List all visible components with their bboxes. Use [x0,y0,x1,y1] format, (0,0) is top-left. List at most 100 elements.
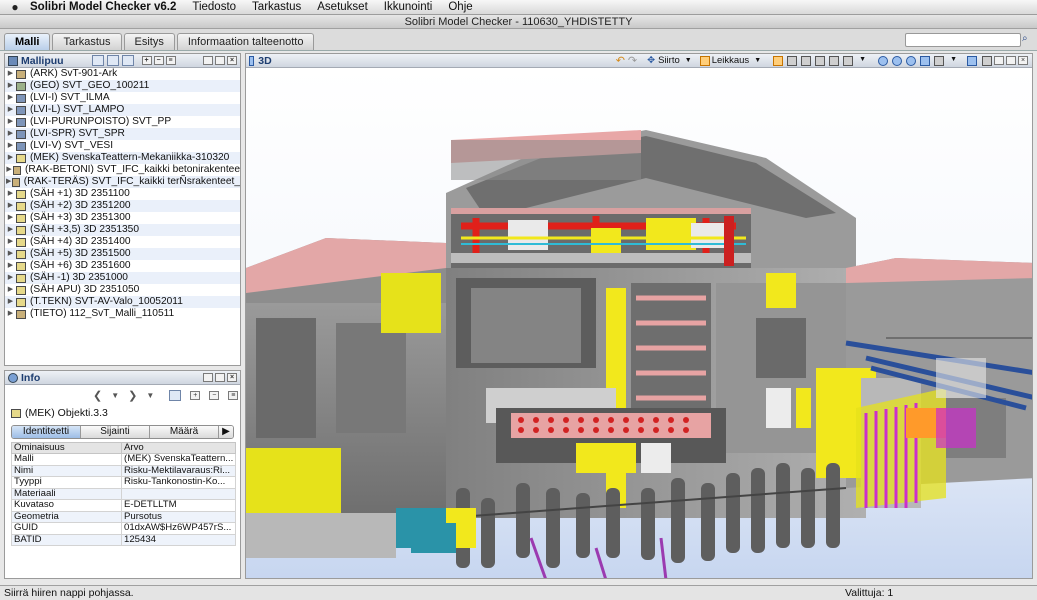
remove-icon[interactable]: − [153,56,164,65]
section-dropdown-icon[interactable]: ▼ [754,57,761,64]
wire-view-icon[interactable] [787,55,798,66]
table-row[interactable]: Materiaali [11,487,236,500]
maximize-icon[interactable] [215,56,225,65]
redo-icon[interactable]: ↷ [628,54,637,67]
expand-arrow-icon[interactable]: ▶ [5,128,16,140]
table-row[interactable]: Tyyppi Risku-Tankonostin-Ko... [11,476,236,489]
search-input[interactable] [905,33,1021,47]
tree-item[interactable]: ▶ (GEO) SVT_GEO_100211 [5,80,240,92]
tree-collapse-icon[interactable] [121,55,134,66]
subtab-sijainti[interactable]: Sijainti [81,426,150,438]
tree-item[interactable]: ▶ (ARK) SvT-901-Ark [5,68,240,80]
expand-arrow-icon[interactable]: ▶ [5,176,12,188]
tree-item[interactable]: ▶ (T.TEKN) SVT-AV-Valo_10052011 [5,296,240,308]
tree-item[interactable]: ▶ (SÄH +1) 3D 2351100 [5,188,240,200]
subtab-identiteetti[interactable]: Identiteetti [12,426,81,438]
tab-esitys[interactable]: Esitys [123,33,175,50]
model-3d-canvas[interactable] [246,68,1032,578]
tree-item[interactable]: ▶ (SÄH APU) 3D 2351050 [5,284,240,296]
forward-dropdown-icon[interactable]: ▼ [146,391,154,400]
expand-arrow-icon[interactable]: ▶ [5,248,16,260]
undo-icon[interactable]: ↶ [616,54,625,67]
tree-item[interactable]: ▶ (SÄH +5) 3D 2351500 [5,248,240,260]
measure-icon[interactable] [934,55,945,66]
expand-arrow-icon[interactable]: ▶ [5,236,16,248]
restore-icon[interactable] [994,56,1004,65]
expand-arrow-icon[interactable]: ▶ [5,164,13,176]
move-dropdown-icon[interactable]: ▼ [685,57,692,64]
expand-arrow-icon[interactable]: ▶ [5,296,16,308]
back-dropdown-icon[interactable]: ▼ [111,391,119,400]
tab-malli[interactable]: Malli [4,33,51,50]
restore-icon[interactable] [203,56,213,65]
remove-icon[interactable]: − [209,390,220,400]
zoom-out-icon[interactable] [892,55,903,66]
close-icon[interactable]: × [227,373,237,382]
menu-tiedosto[interactable]: Tiedosto [192,1,236,13]
isolate-icon[interactable] [815,55,826,66]
hide-icon[interactable] [801,55,812,66]
section-tool[interactable]: Leikkaus ▼ [699,55,761,66]
zoom-fit-icon[interactable] [906,55,917,66]
close-icon[interactable]: × [1018,56,1028,65]
expand-arrow-icon[interactable]: ▶ [5,308,16,320]
expand-arrow-icon[interactable]: ▶ [5,152,16,164]
tree-filter-icon[interactable] [91,55,104,66]
color-icon[interactable] [843,55,854,66]
expand-arrow-icon[interactable]: ▶ [5,80,16,92]
expand-arrow-icon[interactable]: ▶ [5,272,16,284]
tree-item[interactable]: ▶ (RAK-BETONI) SVT_IFC_kaikki betoniraken… [5,164,240,176]
expand-arrow-icon[interactable]: ▶ [5,116,16,128]
measure-dropdown-icon[interactable]: ▼ [950,56,957,66]
zoom-in-icon[interactable] [878,55,889,66]
tree-item[interactable]: ▶ (TIETO) 112_SvT_Malli_110511 [5,308,240,320]
apple-icon[interactable]: ● [0,0,30,14]
table-row[interactable]: GUID 01dxAW$Hz6WP457rS... [11,522,236,535]
list-icon[interactable]: ≡ [165,56,176,65]
subtab-more-icon[interactable]: ▶ [219,426,233,438]
close-icon[interactable]: × [227,56,237,65]
zoom-window-icon[interactable] [920,55,931,66]
expand-arrow-icon[interactable]: ▶ [5,92,16,104]
maximize-icon[interactable] [1006,56,1016,65]
tree-item[interactable]: ▶ (LVI-V) SVT_VESI [5,140,240,152]
box-view-icon[interactable] [773,55,784,66]
tree-item[interactable]: ▶ (SÄH +2) 3D 2351200 [5,200,240,212]
expand-arrow-icon[interactable]: ▶ [5,68,16,80]
tree-item[interactable]: ▶ (SÄH +3) 3D 2351300 [5,212,240,224]
tree-item[interactable]: ▶ (LVI-L) SVT_LAMPO [5,104,240,116]
tree-item[interactable]: ▶ (SÄH +6) 3D 2351600 [5,260,240,272]
back-icon[interactable]: ❮ [93,389,102,402]
column-header-arvo[interactable]: Arvo [121,442,236,454]
tree-item[interactable]: ▶ (RAK-TERÄS) SVT_IFC_kaikki terÑsrakente… [5,176,240,188]
table-row[interactable]: Malli (MEK) SvenskaTeattern... [11,453,236,466]
restore-icon[interactable] [203,373,213,382]
tree-item[interactable]: ▶ (SÄH +4) 3D 2351400 [5,236,240,248]
camera-icon[interactable] [967,55,977,66]
expand-arrow-icon[interactable]: ▶ [5,200,16,212]
table-row[interactable]: Kuvataso E-DETLLTM [11,499,236,512]
menu-asetukset[interactable]: Asetukset [317,1,368,13]
expand-arrow-icon[interactable]: ▶ [5,284,16,296]
expand-arrow-icon[interactable]: ▶ [5,224,16,236]
expand-arrow-icon[interactable]: ▶ [5,104,16,116]
tree-item[interactable]: ▶ (SÄH -1) 3D 2351000 [5,272,240,284]
maximize-icon[interactable] [215,373,225,382]
tab-tarkastus[interactable]: Tarkastus [52,33,122,50]
table-row[interactable]: Geometria Pursotus [11,510,236,523]
tree-item[interactable]: ▶ (SÄH +3,5) 3D 2351350 [5,224,240,236]
tree-item[interactable]: ▶ (MEK) SvenskaTeattern-Mekaniikka-310320 [5,152,240,164]
tree-item[interactable]: ▶ (LVI-PURUNPOISTO) SVT_PP [5,116,240,128]
tree-item[interactable]: ▶ (LVI-I) SVT_ILMA [5,92,240,104]
expand-arrow-icon[interactable]: ▶ [5,140,16,152]
expand-arrow-icon[interactable]: ▶ [5,188,16,200]
table-row[interactable]: BATID 125434 [11,533,236,546]
menu-ikkunointi[interactable]: Ikkunointi [384,1,433,13]
tree-expand-icon[interactable] [106,55,119,66]
app-menu[interactable]: Solibri Model Checker v6.2 [30,1,176,13]
settings-icon[interactable] [982,55,992,66]
add-icon[interactable]: + [190,390,201,400]
expand-arrow-icon[interactable]: ▶ [5,260,16,272]
expand-arrow-icon[interactable]: ▶ [5,212,16,224]
forward-icon[interactable]: ❯ [128,389,137,402]
